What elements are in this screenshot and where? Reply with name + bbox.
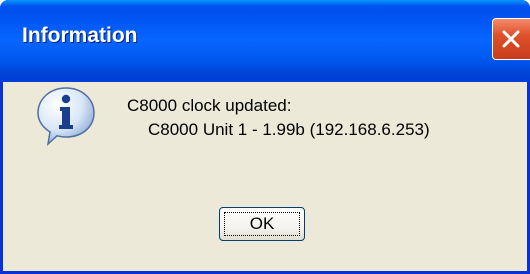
window-title: Information [22,24,138,47]
ok-button[interactable]: OK [219,207,305,241]
information-dialog: Information C8000 clock updated: C8000 U… [0,0,530,274]
message-line-2: C8000 Unit 1 - 1.99b (192.168.6.253) [148,120,430,139]
title-bar[interactable]: Information [0,0,530,82]
ok-button-label: OK [224,212,300,236]
close-icon [502,30,520,48]
close-button[interactable] [492,18,530,60]
message-line-1: C8000 clock updated: [127,96,292,115]
info-icon [34,84,98,153]
message-text: C8000 clock updated: C8000 Unit 1 - 1.99… [127,94,430,142]
